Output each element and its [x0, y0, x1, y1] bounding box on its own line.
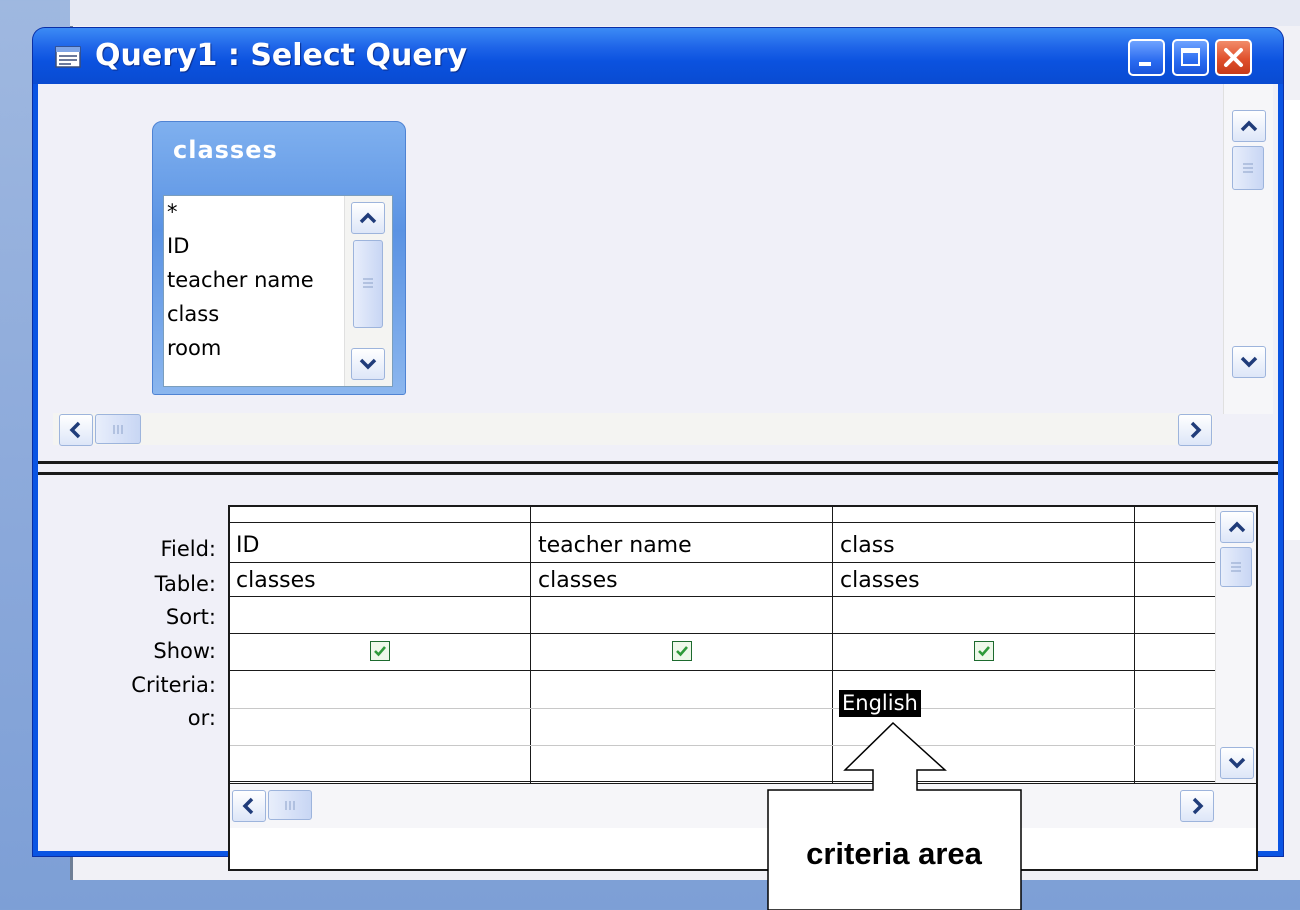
- show-checkbox-1[interactable]: [370, 641, 390, 661]
- scroll-up-button[interactable]: [1232, 110, 1266, 142]
- grid-line: [230, 708, 1215, 709]
- cell-field-3[interactable]: class: [840, 533, 895, 558]
- row-label-show: Show:: [153, 639, 216, 663]
- scroll-left-button[interactable]: [59, 414, 93, 446]
- grid-line: [230, 745, 1215, 746]
- grid-line: [230, 633, 1215, 634]
- chevron-down-icon: [1228, 757, 1246, 769]
- query-window-icon[interactable]: [55, 46, 81, 68]
- scroll-thumb[interactable]: [1232, 146, 1264, 190]
- title-bar[interactable]: Query1 : Select Query: [33, 28, 1283, 84]
- grid-line: [230, 522, 1215, 523]
- chevron-down-icon: [359, 358, 377, 370]
- scroll-up-button[interactable]: [351, 202, 385, 234]
- grid-line: [230, 670, 1215, 671]
- minimize-icon: [1139, 62, 1151, 66]
- window-client-area: classes * ID teacher name class room Fie…: [38, 84, 1278, 871]
- field-list[interactable]: * ID teacher name class room: [163, 195, 393, 387]
- chevron-down-icon: [1240, 356, 1258, 368]
- scroll-right-button[interactable]: [1178, 414, 1212, 446]
- field-list-item[interactable]: teacher name: [167, 268, 314, 292]
- scroll-down-button[interactable]: [351, 348, 385, 380]
- column-divider[interactable]: [530, 507, 531, 823]
- chevron-up-icon: [1228, 521, 1246, 533]
- grid-horizontal-scrollbar[interactable]: [230, 783, 1256, 828]
- scroll-thumb[interactable]: [95, 414, 141, 444]
- table-diagram-pane[interactable]: classes * ID teacher name class room: [38, 84, 1278, 459]
- maximize-button[interactable]: [1172, 39, 1209, 76]
- checkmark-icon: [978, 646, 990, 657]
- scroll-down-button[interactable]: [1220, 747, 1254, 779]
- chevron-up-icon: [359, 212, 377, 224]
- chevron-up-icon: [1240, 120, 1258, 132]
- criteria-cell-3[interactable]: English: [839, 690, 921, 717]
- diagram-vertical-scrollbar[interactable]: [1223, 84, 1273, 414]
- column-divider[interactable]: [1134, 507, 1135, 823]
- row-label-table: Table:: [154, 572, 216, 596]
- table-box-classes[interactable]: classes * ID teacher name class room: [152, 121, 406, 395]
- table-box-title: classes: [173, 136, 278, 164]
- grid-line: [230, 781, 1215, 782]
- scroll-thumb[interactable]: [268, 790, 312, 820]
- scroll-right-button[interactable]: [1180, 790, 1214, 822]
- show-checkbox-3[interactable]: [974, 641, 994, 661]
- row-label-field: Field:: [160, 537, 216, 561]
- close-button[interactable]: [1215, 39, 1252, 76]
- callout-label: criteria area: [806, 836, 982, 871]
- grid-line: [230, 562, 1215, 563]
- minimize-button[interactable]: [1128, 39, 1165, 76]
- cell-table-2[interactable]: classes: [538, 568, 618, 593]
- scroll-thumb[interactable]: [353, 240, 383, 328]
- scroll-down-button[interactable]: [1232, 346, 1266, 378]
- checkmark-icon: [374, 646, 386, 657]
- grid-vertical-scrollbar[interactable]: [1215, 507, 1256, 785]
- pane-splitter[interactable]: [38, 461, 1278, 475]
- scroll-thumb[interactable]: [1220, 547, 1252, 587]
- chevron-left-icon: [242, 797, 254, 815]
- show-checkbox-2[interactable]: [672, 641, 692, 661]
- field-list-scrollbar[interactable]: [344, 196, 392, 386]
- grid-line: [230, 596, 1215, 597]
- design-grid-pane: Field: Table: Sort: Show: Criteria: or:: [38, 475, 1278, 871]
- field-list-item[interactable]: *: [167, 200, 178, 224]
- field-list-item[interactable]: class: [167, 302, 219, 326]
- column-divider[interactable]: [832, 507, 833, 823]
- query-window: Query1 : Select Query classes * ID teach…: [33, 28, 1283, 871]
- row-label-or: or:: [187, 706, 216, 730]
- close-icon: [1224, 48, 1243, 67]
- cell-table-1[interactable]: classes: [236, 568, 316, 593]
- cell-field-2[interactable]: teacher name: [538, 533, 692, 558]
- checkmark-icon: [676, 646, 688, 657]
- chevron-right-icon: [1190, 421, 1202, 439]
- maximize-icon: [1181, 48, 1200, 66]
- chevron-right-icon: [1192, 797, 1204, 815]
- field-list-item[interactable]: ID: [167, 234, 189, 258]
- window-title: Query1 : Select Query: [95, 38, 468, 73]
- row-label-criteria: Criteria:: [131, 673, 216, 697]
- field-list-item[interactable]: room: [167, 336, 221, 360]
- row-label-sort: Sort:: [165, 605, 216, 629]
- cell-field-1[interactable]: ID: [236, 533, 259, 558]
- background-toolbar: [70, 0, 1300, 26]
- scroll-up-button[interactable]: [1220, 511, 1254, 543]
- diagram-horizontal-scrollbar[interactable]: [53, 413, 1213, 446]
- query-design-grid[interactable]: ID teacher name class classes classes cl…: [228, 505, 1258, 871]
- cell-table-3[interactable]: classes: [840, 568, 920, 593]
- chevron-left-icon: [69, 421, 81, 439]
- scroll-left-button[interactable]: [232, 790, 266, 822]
